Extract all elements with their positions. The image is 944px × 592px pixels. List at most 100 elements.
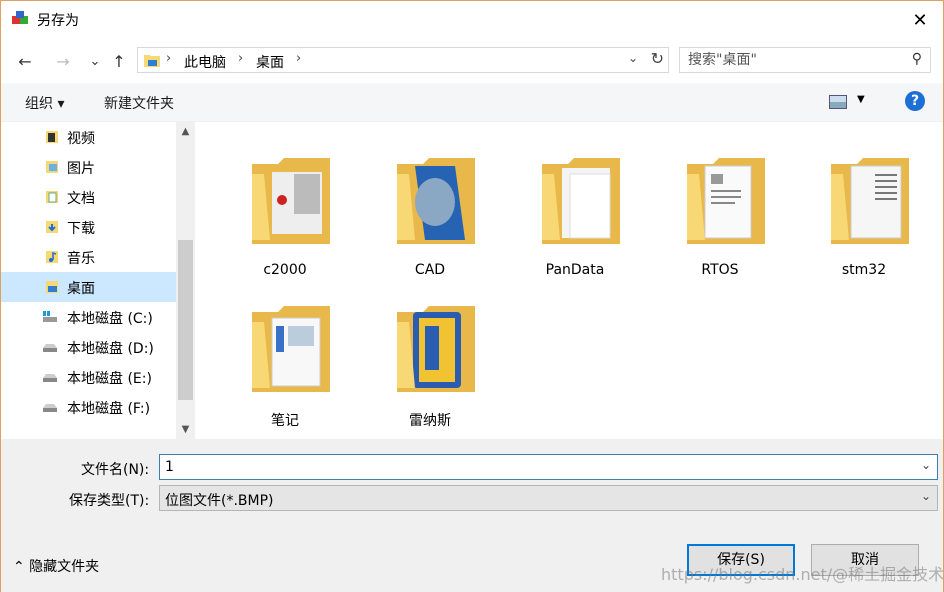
- sidebar-item-drive-f[interactable]: 本地磁盘 (F:): [1, 392, 176, 422]
- file-list: c2000 CAD PanData RTOS stm32 笔记 雷纳斯: [195, 122, 943, 439]
- folder-label: CAD: [414, 262, 446, 278]
- breadcrumb-separator: ›: [238, 51, 244, 66]
- up-button[interactable]: ↑: [107, 49, 131, 73]
- forward-button[interactable]: →: [51, 49, 75, 73]
- folder-item[interactable]: 雷纳斯: [375, 284, 485, 429]
- chevron-down-icon: ⌄: [89, 53, 101, 69]
- sidebar-item-documents[interactable]: 文档: [1, 182, 176, 212]
- address-dropdown-icon[interactable]: ⌄: [628, 51, 638, 65]
- view-options-icon[interactable]: [829, 95, 847, 109]
- back-button[interactable]: ←: [13, 49, 37, 73]
- sidebar-item-videos[interactable]: 视频: [1, 122, 176, 152]
- back-arrow-icon: ←: [18, 51, 32, 71]
- filetype-select[interactable]: 位图文件(*.BMP) ⌄: [159, 485, 938, 511]
- folder-label: stm32: [841, 262, 887, 278]
- filetype-value: 位图文件(*.BMP): [165, 493, 274, 509]
- music-folder-icon: [46, 251, 58, 263]
- recent-locations-button[interactable]: ⌄: [83, 49, 107, 73]
- sidebar-item-label: 图片: [67, 161, 95, 177]
- sidebar-item-label: 音乐: [67, 251, 95, 267]
- breadcrumb-separator: ›: [166, 51, 172, 66]
- refresh-icon[interactable]: ↻: [651, 49, 664, 68]
- filetype-dropdown-icon[interactable]: ⌄: [921, 489, 931, 503]
- sidebar-item-pictures[interactable]: 图片: [1, 152, 176, 182]
- sidebar-item-music[interactable]: 音乐: [1, 242, 176, 272]
- hide-folders-toggle[interactable]: ⌃ 隐藏文件夹: [13, 556, 99, 576]
- help-icon[interactable]: ?: [905, 91, 925, 111]
- view-dropdown-icon[interactable]: ▼: [857, 94, 865, 105]
- sidebar-item-label: 桌面: [67, 281, 95, 297]
- folder-icon: [397, 306, 475, 392]
- pictures-folder-icon: [46, 161, 58, 173]
- sidebar-item-label: 下载: [67, 221, 95, 237]
- filename-dropdown-icon[interactable]: ⌄: [921, 458, 931, 472]
- folder-label: PanData: [545, 262, 605, 278]
- folder-item[interactable]: RTOS: [665, 136, 775, 278]
- folder-icon: [687, 158, 765, 244]
- sidebar-item-label: 本地磁盘 (F:): [67, 401, 151, 417]
- close-icon: ✕: [912, 9, 928, 31]
- documents-folder-icon: [46, 191, 58, 203]
- windows-drive-icon: [43, 311, 57, 322]
- filetype-label: 保存类型(T):: [69, 493, 150, 509]
- folder-label: 笔记: [271, 413, 299, 429]
- folder-item[interactable]: stm32: [809, 136, 919, 278]
- folder-item[interactable]: CAD: [375, 136, 485, 278]
- folder-item[interactable]: PanData: [520, 136, 630, 278]
- video-folder-icon: [46, 131, 58, 143]
- command-bar: 组织 ▾ 新建文件夹 ▼ ?: [1, 83, 943, 121]
- search-input[interactable]: [688, 51, 898, 69]
- close-button[interactable]: ✕: [897, 1, 943, 39]
- sidebar-item-label: 本地磁盘 (C:): [67, 311, 153, 327]
- desktop-folder-icon: [46, 281, 58, 293]
- address-bar-row: ← → ⌄ ↑ › 此电脑 › 桌面 › ⌄ ↻ ⚲: [1, 39, 943, 83]
- folder-label: RTOS: [701, 262, 739, 278]
- new-folder-button[interactable]: 新建文件夹: [104, 93, 174, 113]
- breadcrumb-separator: ›: [296, 51, 302, 66]
- downloads-folder-icon: [46, 221, 58, 233]
- filename-label: 文件名(N):: [81, 462, 150, 478]
- navigation-scrollbar[interactable]: ▲ ▼: [176, 122, 195, 439]
- folder-label: 雷纳斯: [409, 413, 451, 429]
- breadcrumb-this-pc[interactable]: 此电脑: [184, 52, 226, 72]
- folder-icon: [831, 158, 909, 244]
- folder-icon: [397, 158, 475, 244]
- up-arrow-icon: ↑: [112, 51, 126, 71]
- sidebar-item-downloads[interactable]: 下载: [1, 212, 176, 242]
- folder-icon: [252, 306, 330, 392]
- scroll-up-icon[interactable]: ▲: [176, 122, 195, 141]
- app-icon: [12, 11, 28, 24]
- organize-button[interactable]: 组织 ▾: [25, 93, 64, 113]
- title-bar: 另存为 ✕: [1, 1, 943, 39]
- folder-icon: [542, 158, 620, 244]
- sidebar-item-label: 本地磁盘 (E:): [67, 371, 152, 387]
- save-as-dialog: 另存为 ✕ ← → ⌄ ↑ › 此电脑 › 桌面 › ⌄ ↻ ⚲ 组织 ▾: [0, 0, 944, 592]
- folder-label: c2000: [263, 262, 307, 278]
- scroll-down-icon[interactable]: ▼: [176, 420, 195, 439]
- sidebar-item-drive-c[interactable]: 本地磁盘 (C:): [1, 302, 176, 332]
- drive-icon: [43, 374, 57, 382]
- desktop-folder-icon: [144, 55, 160, 67]
- watermark: https://blog.csdn.net/@稀土掘金技术社区: [661, 565, 944, 584]
- sidebar-item-drive-e[interactable]: 本地磁盘 (E:): [1, 362, 176, 392]
- forward-arrow-icon: →: [56, 51, 70, 71]
- filename-input[interactable]: [165, 458, 905, 476]
- drive-icon: [43, 344, 57, 352]
- scrollbar-thumb[interactable]: [178, 240, 193, 400]
- sidebar-item-drive-d[interactable]: 本地磁盘 (D:): [1, 332, 176, 362]
- folder-icon: [252, 158, 330, 244]
- search-box[interactable]: ⚲: [679, 47, 931, 73]
- folder-item[interactable]: 笔记: [230, 284, 340, 429]
- filename-combobox[interactable]: ⌄: [159, 454, 938, 480]
- search-icon[interactable]: ⚲: [912, 51, 922, 67]
- address-field[interactable]: › 此电脑 › 桌面 › ⌄ ↻: [137, 47, 669, 73]
- folder-item[interactable]: c2000: [230, 136, 340, 278]
- window-title: 另存为: [37, 13, 79, 29]
- sidebar-item-label: 本地磁盘 (D:): [67, 341, 154, 357]
- sidebar-item-label: 视频: [67, 131, 95, 147]
- drive-icon: [43, 404, 57, 412]
- navigation-pane: 视频 图片 文档 下载 音乐 桌面 本地磁盘 (C:) 本地磁盘 (D:) 本地…: [1, 122, 176, 439]
- sidebar-item-desktop[interactable]: 桌面: [1, 272, 176, 302]
- breadcrumb-desktop[interactable]: 桌面: [256, 52, 284, 72]
- sidebar-item-label: 文档: [67, 191, 95, 207]
